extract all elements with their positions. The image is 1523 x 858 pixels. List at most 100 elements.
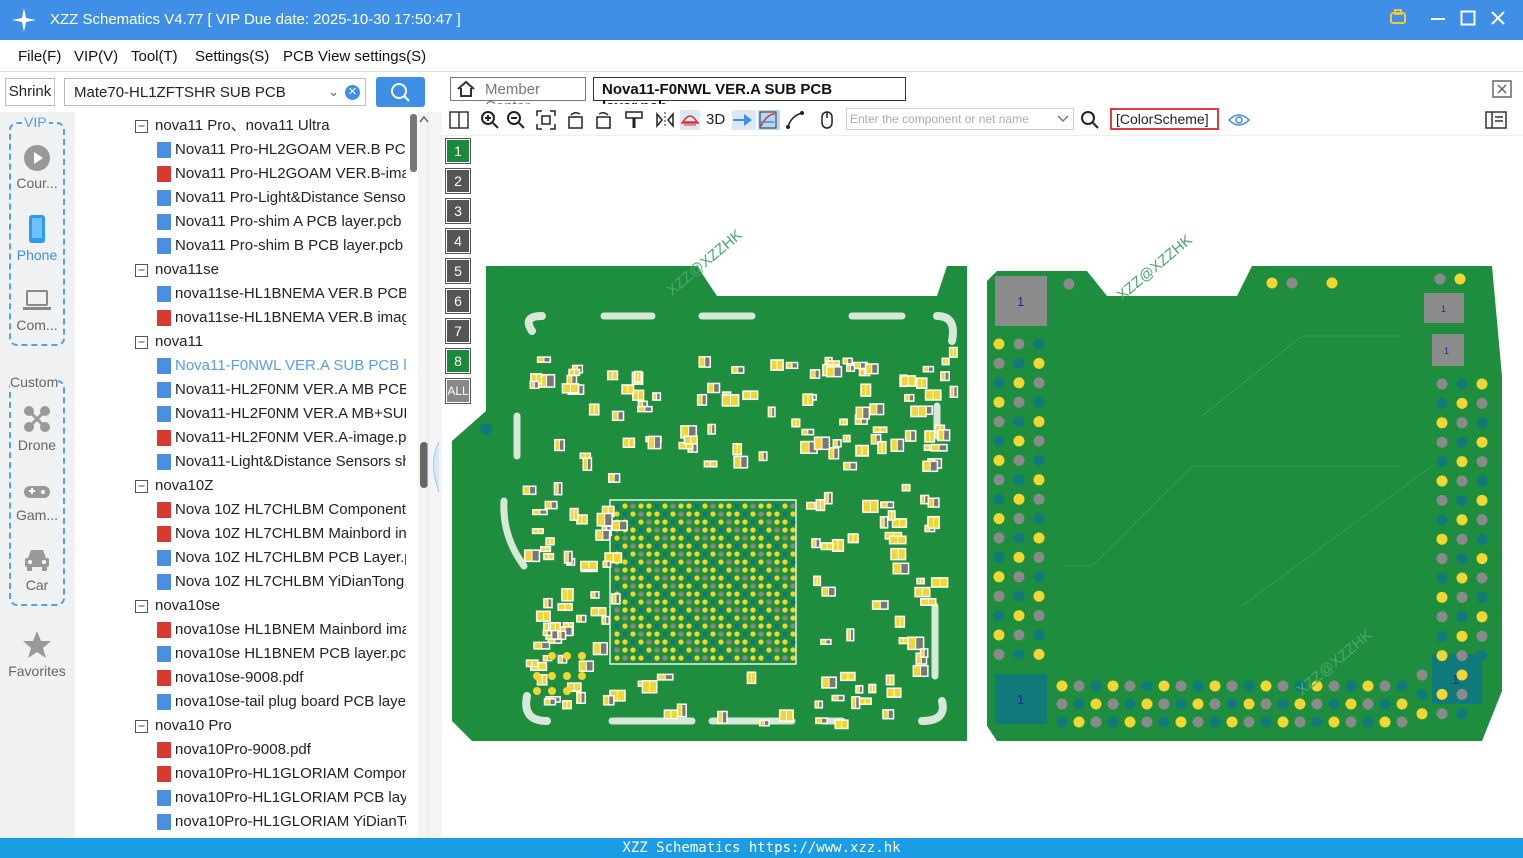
tree-file[interactable]: nova10se-9008.pdf: [75, 666, 406, 690]
edge-pad: [993, 435, 1005, 447]
tree-file[interactable]: Nova11-F0NWL VER.A SUB PCB lay: [75, 354, 406, 378]
menu-settings[interactable]: Settings(S): [195, 48, 269, 65]
nav-drone[interactable]: Drone: [0, 404, 74, 453]
rotate-right-icon[interactable]: [593, 110, 613, 130]
collapse-icon[interactable]: −: [135, 720, 148, 733]
tree-file[interactable]: nova10Pro-HL1GLORIAM YiDianTc: [75, 810, 406, 834]
tree-file[interactable]: Nova11-HL2F0NM VER.A MB+SUB: [75, 402, 406, 426]
tree-folder[interactable]: − nova11se: [75, 258, 406, 282]
tree-file[interactable]: Nova11 Pro-shim A PCB layer.pcb: [75, 210, 406, 234]
shrink-button[interactable]: Shrink: [5, 78, 55, 106]
nav-courses[interactable]: Cour...: [0, 144, 74, 191]
zoom-out-icon[interactable]: [506, 110, 526, 130]
tree-file[interactable]: Nova11 Pro-Light&Distance Senso: [75, 186, 406, 210]
collapse-icon[interactable]: −: [135, 480, 148, 493]
tree-file[interactable]: Nova11-Light&Distance Sensors sh: [75, 450, 406, 474]
zoom-in-icon[interactable]: [480, 110, 500, 130]
pcb-canvas[interactable]: 11111 XZZ@XZZHK XZZ@XZZHK XZZ@XZZHK: [442, 136, 1523, 838]
scroll-up-icon[interactable]: [418, 112, 430, 126]
layer-button-3[interactable]: 3: [445, 198, 471, 224]
close-button[interactable]: [1486, 8, 1510, 32]
menu-vip[interactable]: VIP(V): [74, 48, 118, 65]
hat-icon[interactable]: [680, 110, 700, 130]
net-highlight-icon[interactable]: [758, 110, 780, 130]
component-pad: [934, 498, 939, 507]
tree-folder[interactable]: − nova10Z: [75, 474, 406, 498]
layer-button-8[interactable]: 8: [445, 348, 471, 374]
tree-file[interactable]: nova11se-HL1BNEMA VER.B image: [75, 306, 406, 330]
model-select[interactable]: Mate70-HL1ZFTSHR SUB PCB ⌄ ✕: [64, 78, 366, 106]
chevron-down-icon[interactable]: [1057, 114, 1069, 124]
search-icon[interactable]: [1080, 110, 1100, 130]
layer-button-6[interactable]: 6: [445, 288, 471, 314]
tree-file[interactable]: Nova 10Z HL7CHLBM YiDianTong.: [75, 570, 406, 594]
layer-button-all[interactable]: ALL: [445, 378, 471, 404]
tree-file[interactable]: Nova 10Z HL7CHLBM Component: [75, 498, 406, 522]
component-pad: [853, 534, 858, 542]
split-view-icon[interactable]: [449, 110, 469, 130]
chevron-down-icon[interactable]: ⌄: [328, 84, 339, 100]
tree-file[interactable]: Nova11 Pro-HL2GOAM VER.B PCB: [75, 138, 406, 162]
menu-tool[interactable]: Tool(T): [131, 48, 178, 65]
nav-phone[interactable]: Phone: [0, 214, 74, 263]
tree-folder[interactable]: − nova11: [75, 330, 406, 354]
tree-folder[interactable]: − nova11 Pro、nova11 Ultra: [75, 114, 406, 138]
pcb-render[interactable]: 1 1111 XZZ@XZZHK XZZ@XZZHK XZZ@XZZHK: [442, 136, 1523, 838]
layer-button-7[interactable]: 7: [445, 318, 471, 344]
layer-button-1[interactable]: 1: [445, 138, 471, 164]
tree-file[interactable]: Nova 10Z HL7CHLBM PCB Layer.pc: [75, 546, 406, 570]
search-button[interactable]: [376, 77, 425, 107]
view-3d-button[interactable]: 3D: [706, 110, 732, 130]
panel-toggle-icon[interactable]: [1485, 110, 1507, 130]
eye-icon[interactable]: [1228, 110, 1250, 130]
component-pad: [602, 617, 606, 624]
panel-splitter[interactable]: [418, 112, 442, 838]
tree-folder[interactable]: − nova10 Pro: [75, 714, 406, 738]
nav-computer[interactable]: Com...: [0, 288, 74, 333]
nav-favorites[interactable]: Favorites: [0, 630, 74, 679]
paint-icon[interactable]: [624, 110, 644, 130]
tree-file[interactable]: nova10se HL1BNEM PCB layer.pcb: [75, 642, 406, 666]
tree-folder[interactable]: − nova10se: [75, 594, 406, 618]
close-tab-icon[interactable]: [1492, 80, 1512, 98]
clear-icon[interactable]: ✕: [345, 85, 360, 100]
briefcase-icon[interactable]: [1386, 8, 1410, 32]
maximize-button[interactable]: [1456, 8, 1480, 32]
layer-button-4[interactable]: 4: [445, 228, 471, 254]
color-scheme-button[interactable]: [ColorScheme]: [1110, 108, 1219, 130]
tab-member-center[interactable]: Member Center: [450, 77, 586, 115]
rotate-left-icon[interactable]: [566, 110, 586, 130]
tree-file[interactable]: Nova11 Pro-shim B PCB layer.pcb: [75, 234, 406, 258]
mirror-icon[interactable]: [655, 110, 675, 130]
tree-file[interactable]: nova10Pro-HL1GLORIAM PCB laye: [75, 786, 406, 810]
nav-car[interactable]: Car: [0, 546, 74, 593]
tree-file[interactable]: nova10se HL1BNEM Mainbord ima: [75, 618, 406, 642]
collapse-icon[interactable]: −: [135, 600, 148, 613]
layer-button-2[interactable]: 2: [445, 168, 471, 194]
menu-file[interactable]: File(F): [18, 48, 61, 65]
tree-file[interactable]: Nova 10Z HL7CHLBM Mainbord in: [75, 522, 406, 546]
tree-scrollbar[interactable]: [409, 112, 418, 838]
collapse-icon[interactable]: −: [135, 264, 148, 277]
nav-games[interactable]: Gam...: [0, 480, 74, 523]
tree-scrollbar-thumb[interactable]: [410, 114, 417, 172]
collapse-icon[interactable]: −: [135, 336, 148, 349]
tree-file[interactable]: Nova11-HL2F0NM VER.A MB PCB l: [75, 378, 406, 402]
menu-pcb-view-settings[interactable]: PCB View settings(S): [283, 48, 426, 65]
tree-file[interactable]: Nova11-HL2F0NM VER.A-image.pd: [75, 426, 406, 450]
layer-button-5[interactable]: 5: [445, 258, 471, 284]
minimize-button[interactable]: [1426, 8, 1450, 32]
tab-pcb-file[interactable]: Nova11-F0NWL VER.A SUB PCB layer.pcb: [593, 77, 906, 115]
mouse-icon[interactable]: [817, 110, 837, 130]
net-search-input[interactable]: Enter the component or net name: [846, 108, 1074, 130]
tree-file[interactable]: Nova11 Pro-HL2GOAM VER.B-imag: [75, 162, 406, 186]
fit-screen-icon[interactable]: [536, 110, 556, 130]
pin-arrow-icon[interactable]: [732, 110, 756, 130]
component-pad: [924, 649, 928, 657]
collapse-icon[interactable]: −: [135, 120, 148, 133]
tree-file[interactable]: nova11se-HL1BNEMA VER.B PCB la: [75, 282, 406, 306]
measure-icon[interactable]: [785, 110, 805, 130]
tree-file[interactable]: nova10Pro-HL1GLORIAM Compon: [75, 762, 406, 786]
tree-file[interactable]: nova10Pro-9008.pdf: [75, 738, 406, 762]
tree-file[interactable]: nova10se-tail plug board PCB laye: [75, 690, 406, 714]
